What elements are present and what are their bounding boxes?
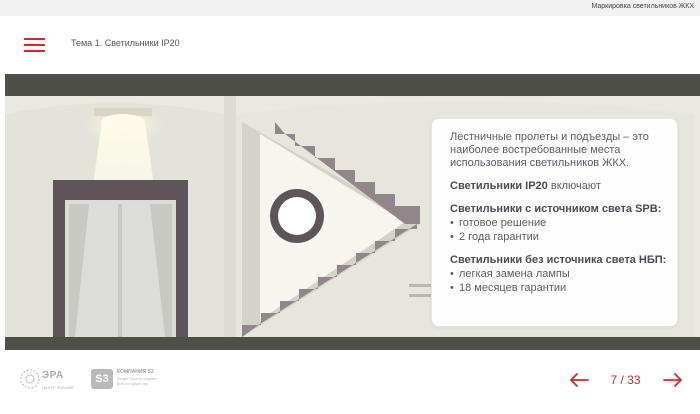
list-item: 18 месяцев гарантии bbox=[450, 281, 669, 295]
list-item: готовое решение bbox=[450, 216, 669, 230]
s3-tagline-ru: Всё из одних рук bbox=[117, 381, 149, 386]
era-subtitle: ЦЕНТР ЗНАНИЙ bbox=[42, 385, 74, 390]
list-item: 2 года гарантии bbox=[450, 230, 669, 244]
spb-title: Светильники с источником света SPB: bbox=[450, 203, 662, 215]
header: Тема 1. Светильники IP20 bbox=[0, 16, 700, 74]
arrow-left-icon[interactable] bbox=[569, 373, 589, 387]
card-intro: Лестничные пролеты и подъезды – это наиб… bbox=[450, 131, 649, 169]
card-includes-suffix: включают bbox=[547, 180, 601, 192]
card-includes-prefix: Светильники IP20 bbox=[450, 180, 548, 192]
arrow-right-icon[interactable] bbox=[663, 373, 683, 387]
footer: ЭРА ЦЕНТР ЗНАНИЙ S3 КОМПАНИЯ S3 Single S… bbox=[0, 350, 700, 414]
hamburger-icon[interactable] bbox=[24, 38, 45, 52]
spb-list: готовое решение 2 года гарантии bbox=[450, 216, 669, 244]
era-name: ЭРА bbox=[42, 370, 64, 381]
list-item: легкая замена лампы bbox=[450, 267, 669, 281]
page-counter: 7 / 33 bbox=[610, 373, 641, 387]
card-includes: Светильники IP20 включают bbox=[450, 180, 669, 193]
info-card: Лестничные пролеты и подъезды – это наиб… bbox=[431, 118, 678, 327]
s3-name: КОМПАНИЯ S3 bbox=[117, 369, 154, 375]
window-titlebar: Маркировка светильников ЖКХ bbox=[0, 0, 700, 16]
topic-title: Тема 1. Светильники IP20 bbox=[71, 38, 180, 48]
window-title: Маркировка светильников ЖКХ bbox=[591, 3, 694, 10]
nbp-title: Светильники без источника света НБП: bbox=[450, 254, 667, 266]
s3-logo-icon: S3 bbox=[91, 369, 113, 389]
nbp-list: легкая замена лампы 18 месяцев гарантии bbox=[450, 267, 669, 295]
